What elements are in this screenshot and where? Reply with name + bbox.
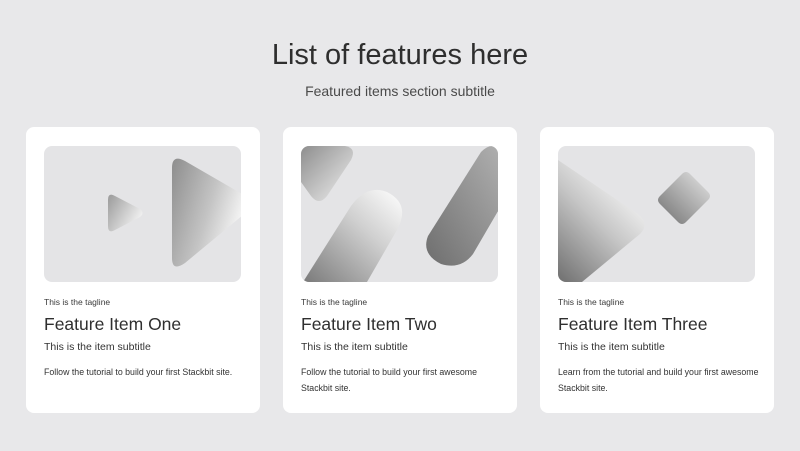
- feature-description: Follow the tutorial to build your first …: [44, 367, 233, 377]
- play-shapes-illustration-icon: [108, 158, 241, 267]
- feature-title: Feature Item Two: [301, 314, 437, 334]
- feature-card-three: This is the tagline Feature Item Three T…: [540, 127, 774, 413]
- feature-image-one: [44, 146, 241, 282]
- feature-image-three: [558, 146, 755, 282]
- feature-card-one: This is the tagline Feature Item One Thi…: [26, 127, 260, 413]
- feature-subtitle: This is the item subtitle: [558, 341, 665, 353]
- feature-title: Feature Item One: [44, 314, 182, 334]
- feature-tagline: This is the tagline: [44, 297, 111, 307]
- slanted-shapes-illustration-icon: [301, 146, 498, 282]
- feature-image-two: [301, 146, 498, 282]
- feature-subtitle: This is the item subtitle: [44, 341, 151, 353]
- feature-title: Feature Item Three: [558, 314, 708, 334]
- feature-description: Follow the tutorial to build your first …: [301, 367, 478, 393]
- feature-tagline: This is the tagline: [558, 297, 625, 307]
- feature-card-two: This is the tagline Feature Item Two Thi…: [283, 127, 517, 413]
- feature-subtitle: This is the item subtitle: [301, 341, 408, 353]
- triangle-cube-illustration-icon: [558, 160, 710, 282]
- feature-cards: This is the tagline Feature Item One Thi…: [0, 0, 800, 451]
- feature-tagline: This is the tagline: [301, 297, 368, 307]
- feature-description: Learn from the tutorial and build your f…: [558, 367, 759, 393]
